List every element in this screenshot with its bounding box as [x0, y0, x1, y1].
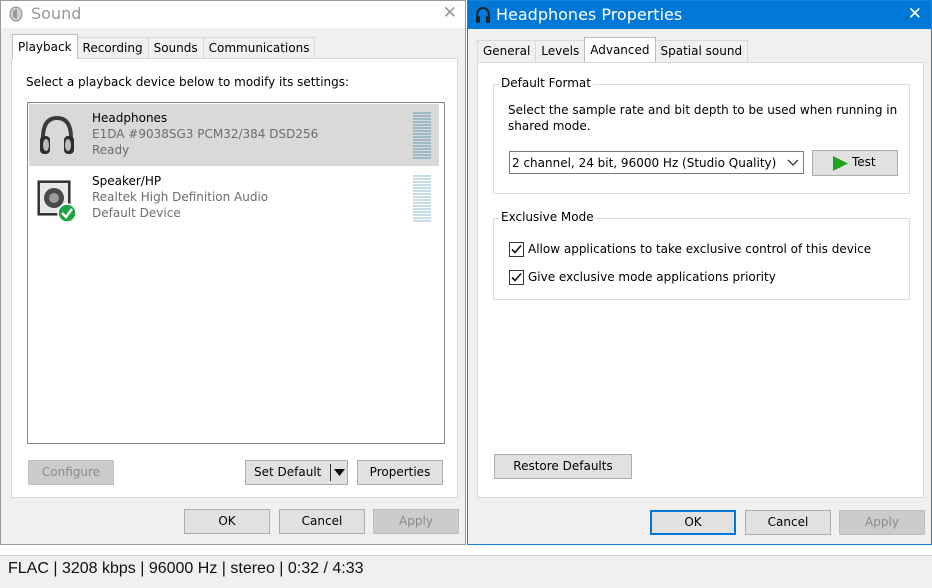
configure-button[interactable]: Configure: [28, 460, 114, 485]
tab-sounds[interactable]: Sounds: [147, 37, 204, 59]
sound-apply-button[interactable]: Apply: [373, 509, 459, 534]
device-name: Headphones: [92, 111, 168, 125]
split-divider: [330, 464, 331, 481]
checkmark-icon: [511, 272, 522, 282]
properties-tabs: General Levels Advanced Spatial sound: [477, 37, 749, 62]
device-description: Realtek High Definition Audio: [92, 190, 269, 204]
properties-ok-button[interactable]: OK: [650, 510, 736, 535]
sound-window: Sound ✕ Playback Recording Sounds Commun…: [0, 0, 466, 545]
advanced-panel: Default Format Select the sample rate an…: [477, 62, 924, 498]
default-format-title: Default Format: [499, 76, 593, 90]
sound-cancel-button[interactable]: Cancel: [279, 509, 365, 534]
tab-general[interactable]: General: [477, 40, 537, 62]
tab-playback[interactable]: Playback: [12, 34, 78, 59]
allow-exclusive-checkbox[interactable]: [509, 242, 524, 257]
headphones-properties-window: Headphones Properties ✕ General Levels A…: [467, 0, 932, 545]
tab-recording[interactable]: Recording: [76, 37, 149, 59]
sample-rate-select[interactable]: 2 channel, 24 bit, 96000 Hz (Studio Qual…: [509, 151, 804, 174]
headphones-icon: [40, 115, 74, 154]
device-row-speaker[interactable]: Speaker/HP Realtek High Definition Audio…: [29, 167, 439, 229]
play-icon: [833, 156, 848, 171]
tab-communications[interactable]: Communications: [202, 37, 316, 59]
tab-levels[interactable]: Levels: [535, 40, 586, 62]
device-status: Ready: [92, 143, 130, 157]
device-name: Speaker/HP: [92, 174, 162, 188]
device-row-headphones[interactable]: Headphones E1DA #9038SG3 PCM32/384 DSD25…: [29, 104, 439, 166]
properties-titlebar[interactable]: Headphones Properties ✕: [468, 1, 931, 29]
device-list: Headphones E1DA #9038SG3 PCM32/384 DSD25…: [27, 102, 445, 444]
default-format-group: Default Format Select the sample rate an…: [493, 76, 910, 194]
caret-down-icon[interactable]: [334, 469, 345, 477]
headphones-title-icon: [476, 6, 490, 23]
sound-titlebar[interactable]: Sound ✕: [1, 1, 465, 28]
volume-meter: [413, 112, 431, 160]
sound-close-icon[interactable]: ✕: [443, 4, 457, 22]
playback-panel: Select a playback device below to modify…: [11, 58, 458, 498]
set-default-label: Set Default: [254, 465, 322, 479]
properties-button[interactable]: Properties: [357, 460, 443, 485]
tab-advanced[interactable]: Advanced: [584, 37, 656, 62]
volume-meter: [413, 175, 431, 223]
player-status-bar: FLAC | 3208 kbps | 96000 Hz | stereo | 0…: [0, 555, 932, 588]
properties-close-icon[interactable]: ✕: [908, 5, 922, 23]
test-button[interactable]: Test: [812, 150, 898, 176]
chevron-down-icon: [787, 159, 799, 166]
checkmark-icon: [511, 244, 522, 254]
device-status: Default Device: [92, 206, 181, 220]
sound-ok-button[interactable]: OK: [184, 509, 270, 534]
exclusive-mode-group: Exclusive Mode Allow applications to tak…: [493, 210, 910, 300]
set-default-button[interactable]: Set Default: [245, 460, 348, 485]
exclusive-priority-checkbox[interactable]: [509, 270, 524, 285]
speaker-icon: [9, 6, 23, 22]
properties-cancel-button[interactable]: Cancel: [745, 510, 831, 535]
properties-window-title: Headphones Properties: [496, 5, 683, 24]
device-description: E1DA #9038SG3 PCM32/384 DSD256: [92, 127, 319, 141]
sound-window-title: Sound: [31, 4, 82, 23]
sample-rate-value: 2 channel, 24 bit, 96000 Hz (Studio Qual…: [512, 156, 777, 170]
properties-apply-button[interactable]: Apply: [839, 510, 925, 535]
playback-instruction: Select a playback device below to modify…: [26, 75, 350, 89]
tab-spatial-sound[interactable]: Spatial sound: [654, 40, 749, 62]
default-format-description: Select the sample rate and bit depth to …: [508, 103, 898, 133]
speaker-device-icon: [37, 180, 77, 223]
allow-exclusive-label: Allow applications to take exclusive con…: [528, 242, 872, 256]
sound-tabs: Playback Recording Sounds Communications: [12, 34, 316, 59]
exclusive-mode-title: Exclusive Mode: [499, 210, 596, 224]
exclusive-priority-label: Give exclusive mode applications priorit…: [528, 270, 776, 284]
restore-defaults-button[interactable]: Restore Defaults: [494, 454, 632, 479]
test-label: Test: [852, 155, 876, 169]
